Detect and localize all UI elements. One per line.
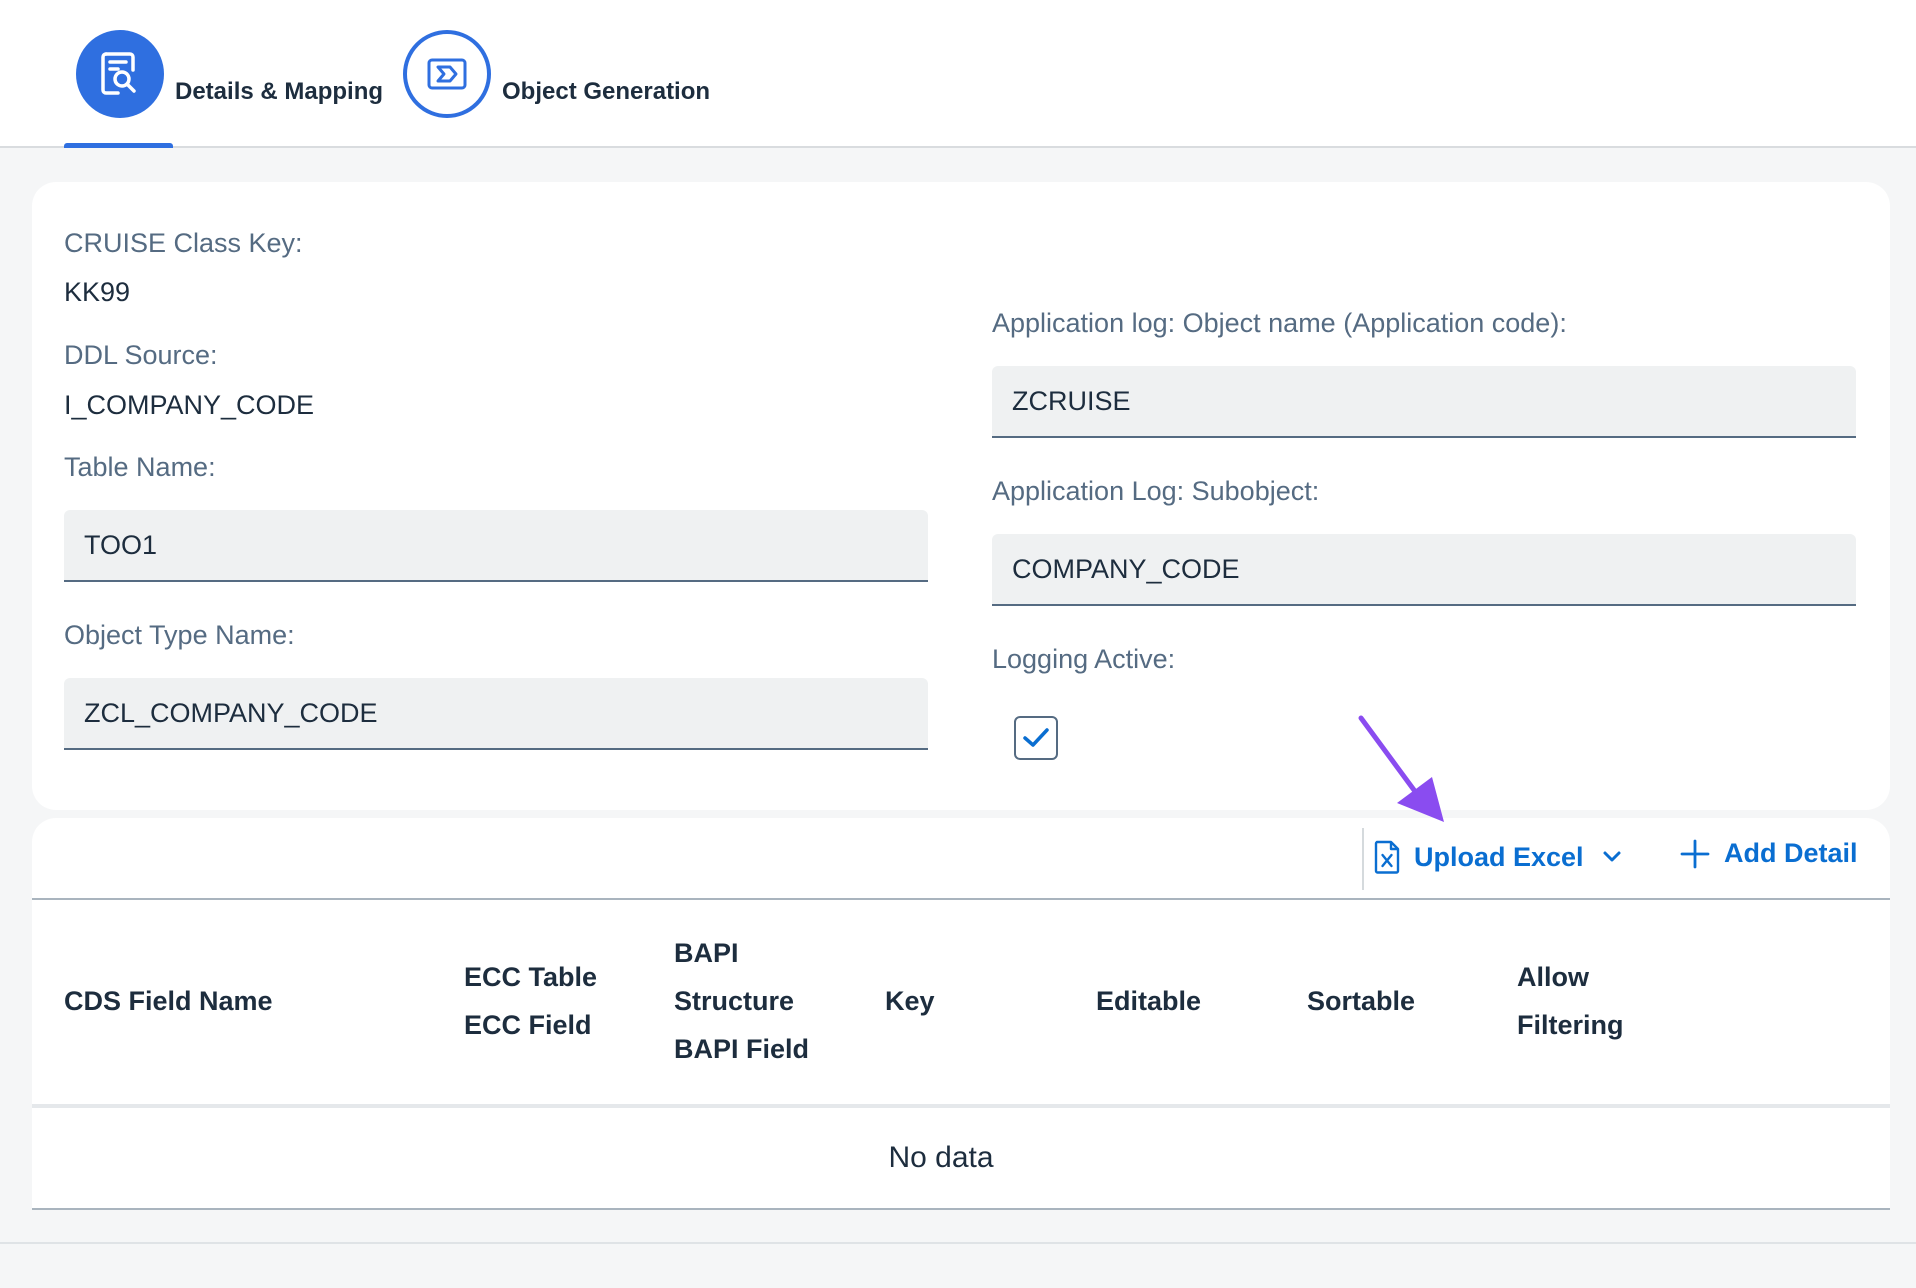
document-search-icon xyxy=(76,30,164,118)
class-key-value: KK99 xyxy=(64,277,131,307)
column-header-allow-filtering[interactable]: Allow Filtering xyxy=(1517,953,1624,1049)
column-header-editable[interactable]: Editable xyxy=(1096,977,1201,1025)
plus-icon xyxy=(1680,839,1710,868)
app-log-object-input[interactable]: ZCRUISE xyxy=(992,366,1856,438)
no-data-text: No data xyxy=(888,1141,994,1174)
object-generation-icon xyxy=(403,30,491,118)
column-header-key[interactable]: Key xyxy=(885,977,935,1025)
step-object-generation-label: Object Generation xyxy=(502,78,711,105)
mapping-table: Upload Excel Add Detail CDS Field Name E… xyxy=(32,818,1890,1210)
step-object-generation[interactable]: Object Generation xyxy=(403,30,710,118)
column-header-bapi-structure-field[interactable]: BAPI Structure BAPI Field xyxy=(674,929,809,1073)
annotation-arrow-icon xyxy=(1358,715,1444,822)
table-header-row: CDS Field Name ECC Table ECC Field BAPI … xyxy=(32,898,1890,1108)
add-detail-label: Add Detail xyxy=(1724,838,1858,868)
process-flow-bar: Details & Mapping Object Generation xyxy=(0,0,1916,148)
column-header-sortable[interactable]: Sortable xyxy=(1307,977,1415,1025)
checkmark-icon xyxy=(1023,728,1049,747)
toolbar-separator xyxy=(1362,828,1364,890)
excel-file-icon xyxy=(1374,840,1400,874)
table-name-label: Table Name: xyxy=(64,452,216,482)
app-log-object-label: Application log: Object name (Applicatio… xyxy=(992,308,1567,338)
logging-active-checkbox[interactable] xyxy=(1014,716,1058,760)
column-header-cds-field-name[interactable]: CDS Field Name xyxy=(64,977,273,1025)
logging-active-label: Logging Active: xyxy=(992,644,1176,674)
step-details-mapping[interactable]: Details & Mapping xyxy=(76,30,383,118)
table-name-input[interactable]: TOO1 xyxy=(64,510,928,582)
add-detail-button[interactable]: Add Detail xyxy=(1680,838,1858,869)
ddl-source-label: DDL Source: xyxy=(64,340,218,370)
footer-divider xyxy=(0,1242,1916,1244)
object-type-name-input[interactable]: ZCL_COMPANY_CODE xyxy=(64,678,928,750)
step-details-mapping-label: Details & Mapping xyxy=(175,78,384,105)
ddl-source-value: I_COMPANY_CODE xyxy=(64,390,315,420)
upload-excel-label: Upload Excel xyxy=(1414,841,1584,872)
class-key-label: CRUISE Class Key: xyxy=(64,228,303,258)
object-type-name-label: Object Type Name: xyxy=(64,620,295,650)
app-log-subobject-label: Application Log: Subobject: xyxy=(992,476,1320,506)
column-header-ecc-table-field[interactable]: ECC Table ECC Field xyxy=(464,953,597,1049)
details-form: CRUISE Class Key: KK99 DDL Source: I_COM… xyxy=(32,182,1890,810)
app-log-subobject-input[interactable]: COMPANY_CODE xyxy=(992,534,1856,606)
active-step-indicator xyxy=(64,143,173,148)
empty-table-row: No data xyxy=(32,1108,1890,1210)
chevron-down-icon xyxy=(1602,850,1622,864)
upload-excel-button[interactable]: Upload Excel xyxy=(1374,840,1622,874)
